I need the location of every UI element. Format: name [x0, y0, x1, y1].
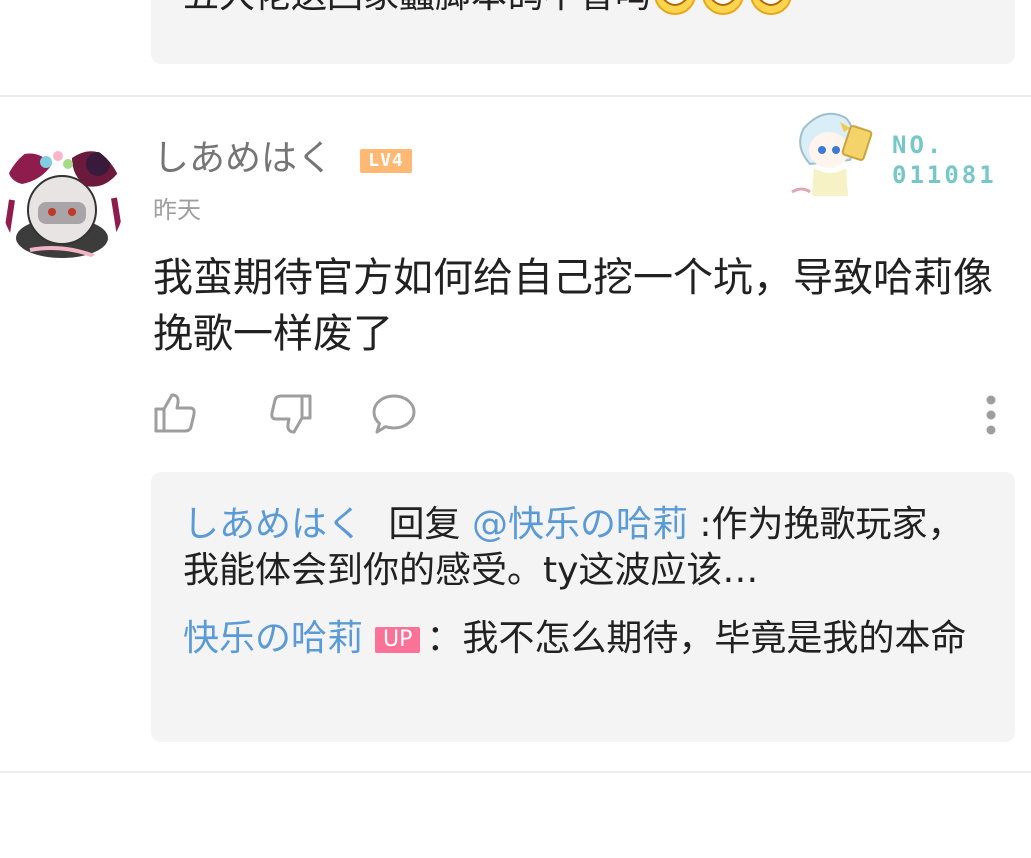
grin-emoji-icon: [747, 0, 795, 18]
comment-divider: [0, 95, 1031, 97]
grin-emoji-icon: [651, 0, 699, 18]
comment-time: 昨天: [153, 196, 201, 224]
previous-reply-text-content: 五大佬送回家蠢脚本鸽不香吗: [183, 0, 651, 16]
previous-reply-box[interactable]: 五大佬送回家蠢脚本鸽不香吗: [151, 0, 1015, 64]
reply-separator: ：: [426, 618, 463, 659]
fan-card-number-text: NO. 011081: [892, 131, 997, 189]
user-avatar[interactable]: [2, 140, 124, 264]
comment-username[interactable]: しあめはく: [153, 136, 333, 182]
thumbs-up-icon: [154, 393, 196, 433]
reply-action-label: 回复: [388, 504, 461, 545]
comment-bubble-icon: [372, 394, 416, 434]
dislike-button[interactable]: [269, 392, 313, 440]
like-button[interactable]: [153, 392, 197, 438]
replies-box[interactable]: しあめはく 回复 @快乐の哈莉 :作为挽歌玩家，我能体会到你的感受。ty这波应该…: [151, 472, 1015, 742]
reply-mention[interactable]: @快乐の哈莉: [472, 504, 688, 545]
fan-card-character-icon: [791, 112, 873, 196]
grin-emoji-icon: [699, 0, 747, 18]
thumbs-down-icon: [270, 394, 312, 434]
reply-username[interactable]: 快乐の哈莉: [183, 618, 363, 659]
fan-card-number: NO. 011081: [892, 130, 997, 190]
more-options-button[interactable]: [978, 394, 1004, 442]
reply-text: 我不怎么期待，毕竟是我的本命: [462, 618, 967, 659]
comment-content: 我蛮期待官方如何给自己挖一个坑，导致哈莉像挽歌一样废了: [153, 255, 993, 357]
user-level-badge: LV4: [360, 149, 412, 173]
reply-username[interactable]: しあめはく: [183, 504, 363, 545]
previous-reply-text: 五大佬送回家蠢脚本鸽不香吗: [183, 0, 795, 18]
comment-divider: [0, 771, 1031, 773]
fan-card[interactable]: NO. 011081: [784, 108, 1004, 200]
reply-button[interactable]: [371, 392, 417, 440]
more-vertical-icon: [986, 395, 996, 435]
up-badge: UP: [375, 627, 421, 653]
reply-item[interactable]: しあめはく 回复 @快乐の哈莉 :作为挽歌玩家，我能体会到你的感受。ty这波应该…: [183, 502, 983, 594]
reply-item[interactable]: 快乐の哈莉 UP ：我不怎么期待，毕竟是我的本命: [183, 616, 983, 662]
